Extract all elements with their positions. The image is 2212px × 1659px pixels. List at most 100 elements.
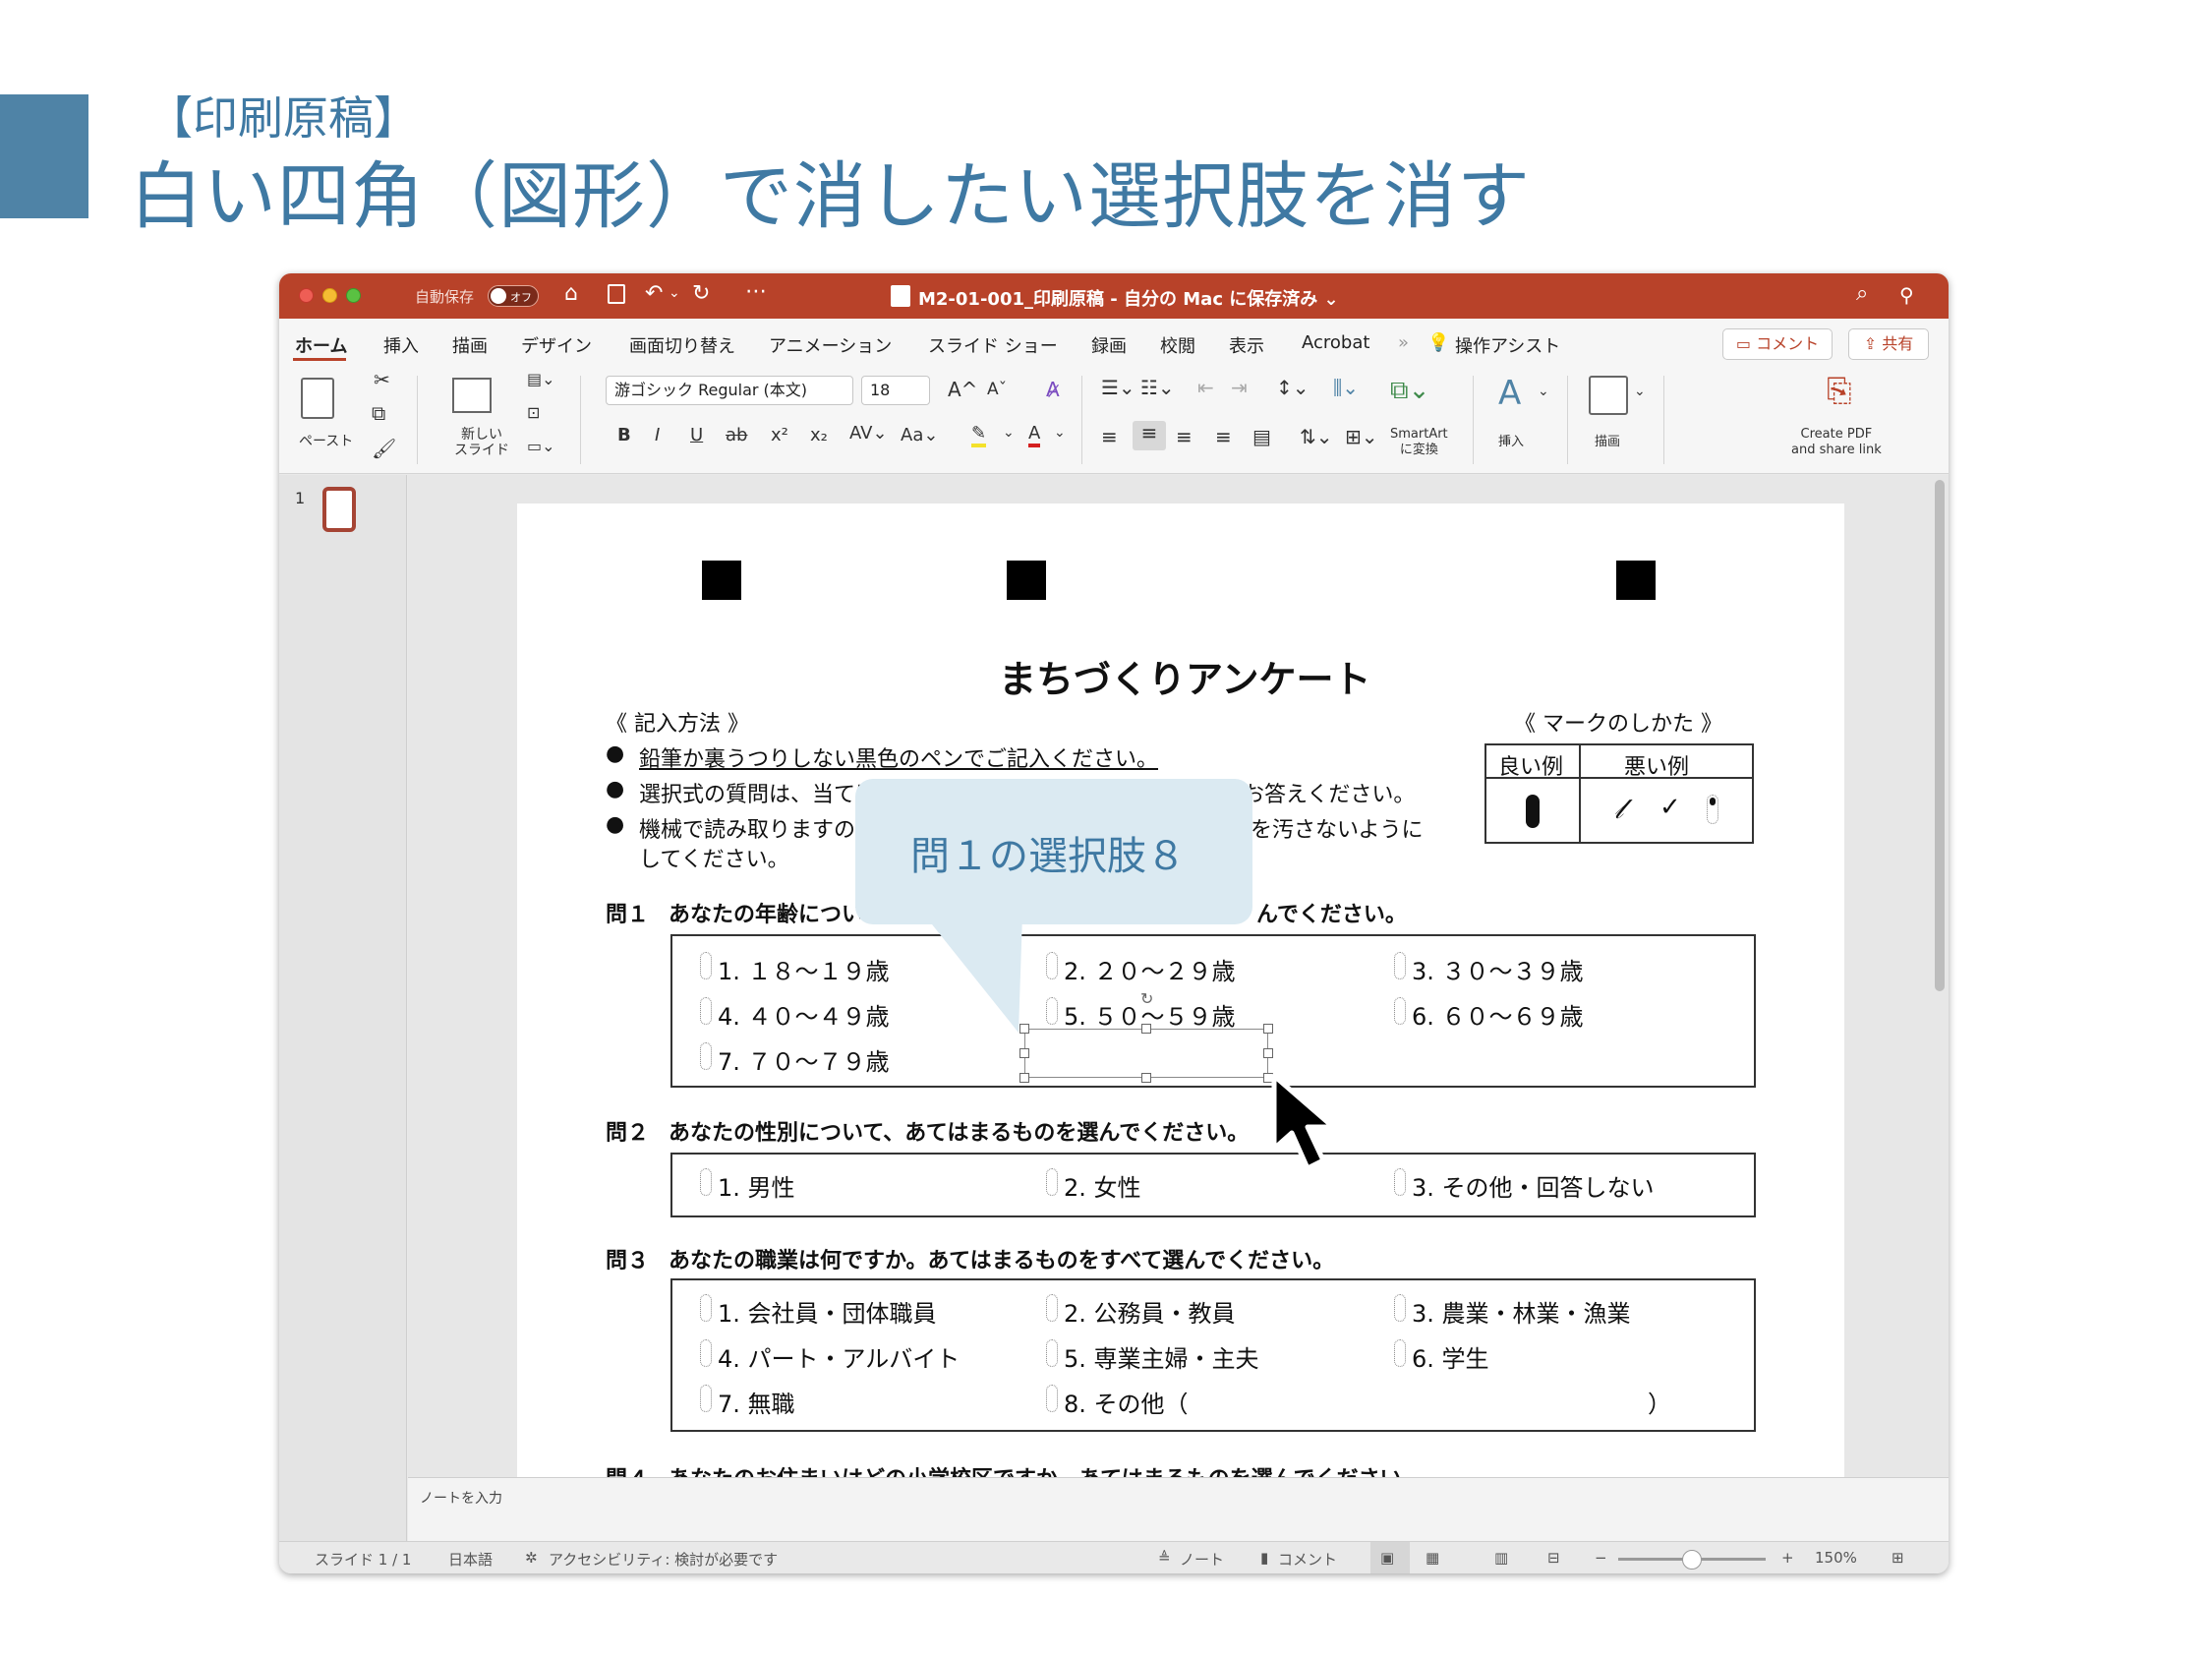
insert-dropdown-icon[interactable]: ⌄ — [1538, 384, 1549, 399]
accessibility-icon[interactable]: ✲ — [525, 1549, 538, 1567]
zoom-window-button[interactable] — [346, 288, 361, 303]
zoom-out-button[interactable]: − — [1595, 1549, 1607, 1567]
tab-record[interactable]: 録画 — [1091, 332, 1127, 358]
create-pdf-label[interactable]: Create PDF and share link — [1791, 427, 1882, 458]
text-direction-icon[interactable]: ⇅⌄ — [1300, 425, 1333, 448]
redo-icon[interactable]: ↻ — [692, 281, 710, 306]
character-spacing-icon[interactable]: AV⌄ — [849, 423, 888, 444]
answer-oval[interactable] — [700, 952, 712, 979]
answer-oval[interactable] — [1394, 1168, 1406, 1196]
columns-icon[interactable]: ⫼⌄ — [1333, 376, 1359, 399]
white-cover-rectangle[interactable] — [1024, 1029, 1268, 1078]
draw-dropdown-icon[interactable]: ⌄ — [1634, 384, 1646, 399]
notes-icon[interactable]: ≜ — [1158, 1549, 1171, 1567]
answer-oval[interactable] — [1046, 997, 1058, 1025]
answer-oval[interactable] — [1046, 952, 1058, 979]
comments-icon[interactable]: ▮ — [1260, 1549, 1268, 1567]
smartart-icon[interactable]: ⧉⌄ — [1390, 376, 1429, 406]
tab-view[interactable]: 表示 — [1229, 332, 1264, 358]
align-center-icon[interactable]: ≡ — [1133, 421, 1166, 450]
bold-icon[interactable]: B — [617, 425, 631, 445]
superscript-icon[interactable]: x² — [771, 425, 788, 445]
tab-transitions[interactable]: 画面切り替え — [629, 332, 735, 358]
paste-icon[interactable] — [301, 378, 334, 419]
tab-draw[interactable]: 描画 — [452, 332, 488, 358]
account-icon[interactable]: ⚲ — [1899, 283, 1914, 307]
tab-animations[interactable]: アニメーション — [769, 332, 892, 358]
line-spacing-icon[interactable]: ↕⌄ — [1276, 376, 1310, 399]
save-icon[interactable] — [608, 284, 625, 304]
slide-thumbnail[interactable] — [322, 487, 356, 532]
answer-oval[interactable] — [700, 1168, 712, 1196]
increase-indent-icon[interactable]: ⇥ — [1231, 376, 1248, 399]
resize-handle[interactable] — [1019, 1073, 1029, 1083]
answer-oval[interactable] — [1046, 1385, 1058, 1412]
undo-icon[interactable]: ↶ — [645, 281, 663, 306]
change-case-icon[interactable]: Aa⌄ — [901, 425, 938, 445]
zoom-slider-handle[interactable] — [1682, 1550, 1702, 1570]
answer-oval[interactable] — [1394, 1339, 1406, 1367]
answer-oval[interactable] — [700, 997, 712, 1025]
zoom-level[interactable]: 150% — [1815, 1549, 1857, 1567]
numbering-icon[interactable]: ☷⌄ — [1140, 376, 1175, 399]
align-right-icon[interactable]: ≡ — [1176, 425, 1193, 448]
notes-toggle[interactable]: ノート — [1180, 1549, 1224, 1570]
tab-review[interactable]: 校閲 — [1160, 332, 1195, 358]
align-left-icon[interactable]: ≡ — [1101, 425, 1118, 448]
minimize-window-button[interactable] — [322, 288, 337, 303]
tab-design[interactable]: デザイン — [521, 332, 592, 358]
answer-oval[interactable] — [700, 1042, 712, 1070]
comment-button[interactable]: ▭ コメント — [1722, 328, 1833, 360]
resize-handle[interactable] — [1141, 1073, 1151, 1083]
answer-oval[interactable] — [700, 1294, 712, 1322]
tell-me-field[interactable]: 操作アシスト — [1455, 332, 1560, 358]
font-color-icon[interactable]: A — [1028, 423, 1041, 447]
more-icon[interactable]: ⋯ — [745, 279, 767, 304]
comments-toggle[interactable]: コメント — [1278, 1549, 1337, 1570]
vertical-scrollbar[interactable] — [1935, 480, 1945, 991]
language-indicator[interactable]: 日本語 — [448, 1549, 493, 1570]
close-window-button[interactable] — [299, 288, 314, 303]
bullets-icon[interactable]: ☰⌄ — [1101, 376, 1135, 399]
document-title[interactable]: M2-01-001_印刷原稿 - 自分の Mac に保存済み ⌄ — [918, 285, 1339, 311]
answer-oval[interactable] — [1394, 1294, 1406, 1322]
cut-icon[interactable]: ✂ — [374, 368, 390, 391]
more-tabs-icon[interactable]: » — [1398, 332, 1409, 353]
grow-font-icon[interactable]: A^ — [948, 378, 977, 401]
font-color-dropdown-icon[interactable]: ⌄ — [1054, 425, 1066, 441]
subscript-icon[interactable]: x₂ — [810, 425, 828, 445]
insert-textbox-icon[interactable]: A — [1498, 374, 1521, 413]
zoom-in-button[interactable]: + — [1781, 1549, 1794, 1567]
distributed-icon[interactable]: ▤ — [1252, 425, 1271, 448]
clear-format-icon[interactable]: A̷ — [1046, 378, 1060, 401]
notes-pane[interactable]: ノートを入力 — [408, 1477, 1949, 1541]
undo-dropdown-icon[interactable]: ⌄ — [669, 285, 680, 301]
answer-oval[interactable] — [1394, 997, 1406, 1025]
slide-sorter-icon[interactable]: ▦ — [1426, 1549, 1439, 1567]
shrink-font-icon[interactable]: Aˇ — [987, 380, 1007, 399]
tab-insert[interactable]: 挿入 — [383, 332, 419, 358]
home-icon[interactable]: ⌂ — [564, 281, 578, 306]
create-pdf-icon[interactable]: ⎘ — [1827, 372, 1852, 410]
strikethrough-icon[interactable]: ab — [726, 425, 747, 445]
resize-handle[interactable] — [1263, 1024, 1273, 1034]
answer-oval[interactable] — [700, 1385, 712, 1412]
accessibility-status[interactable]: アクセシビリティ: 検討が必要です — [549, 1549, 778, 1570]
resize-handle[interactable] — [1019, 1048, 1029, 1058]
section-icon[interactable]: ▭⌄ — [527, 437, 555, 455]
search-icon[interactable]: ⌕ — [1856, 281, 1868, 306]
font-name-dropdown[interactable]: 游ゴシック Regular (本文) — [606, 376, 853, 405]
draw-icon[interactable] — [1589, 376, 1628, 415]
tab-home[interactable]: ホーム — [295, 332, 347, 358]
answer-oval[interactable] — [1046, 1168, 1058, 1196]
rotate-handle-icon[interactable]: ↻ — [1140, 989, 1153, 1008]
highlight-icon[interactable]: ✎ — [971, 423, 987, 447]
reset-icon[interactable]: ⊡ — [527, 403, 540, 422]
fit-to-window-icon[interactable]: ⊞ — [1892, 1549, 1904, 1567]
justify-icon[interactable]: ≡ — [1215, 425, 1232, 448]
share-button[interactable]: ⇪ 共有 — [1848, 328, 1929, 360]
answer-oval[interactable] — [700, 1339, 712, 1367]
answer-oval[interactable] — [1046, 1294, 1058, 1322]
new-slide-icon[interactable] — [452, 378, 492, 413]
underline-icon[interactable]: U — [690, 425, 703, 445]
